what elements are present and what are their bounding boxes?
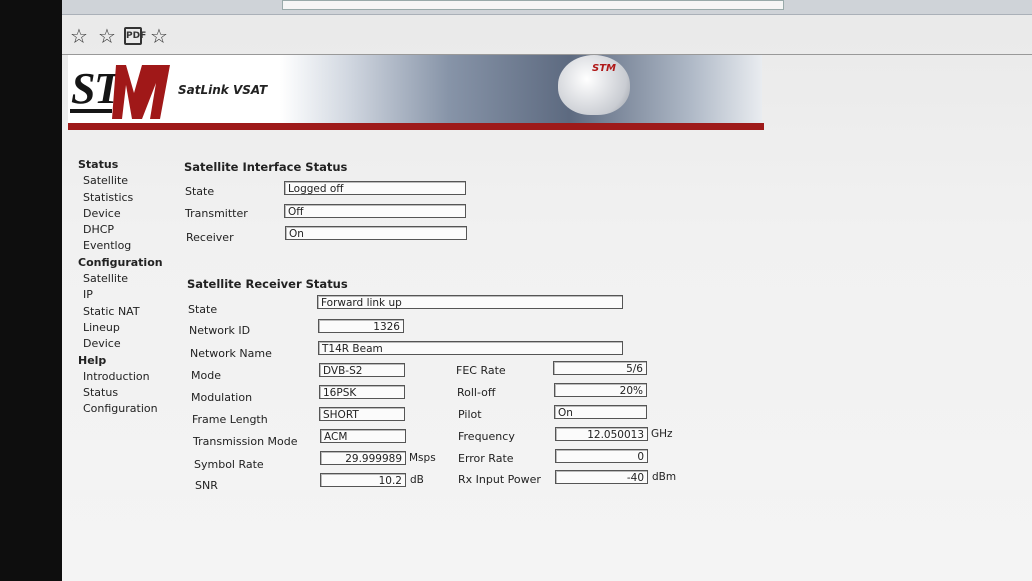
interface-state-field: Logged off bbox=[284, 181, 466, 195]
receiver-state-label: State bbox=[188, 303, 218, 316]
rx-power-label: Rx Input Power bbox=[458, 473, 541, 486]
network-name-field: T14R Beam bbox=[318, 341, 623, 355]
rx-power-unit: dBm bbox=[652, 471, 677, 483]
pilot-label: Pilot bbox=[458, 408, 482, 421]
receiver-label: Receiver bbox=[186, 231, 234, 244]
main-content: Satellite Interface Status State Logged … bbox=[62, 0, 1032, 581]
rolloff-label: Roll-off bbox=[457, 386, 496, 399]
frequency-unit: GHz bbox=[651, 428, 673, 440]
transmission-mode-field: ACM bbox=[320, 429, 406, 443]
receiver-status-title: Satellite Receiver Status bbox=[187, 277, 348, 291]
frequency-label: Frequency bbox=[458, 430, 515, 443]
mode-field: DVB-S2 bbox=[319, 363, 405, 377]
frame-length-label: Frame Length bbox=[192, 413, 268, 426]
fec-rate-label: FEC Rate bbox=[456, 364, 506, 377]
frame-length-field: SHORT bbox=[319, 407, 405, 421]
modulation-label: Modulation bbox=[191, 391, 253, 404]
network-id-label: Network ID bbox=[189, 324, 251, 337]
transmission-mode-label: Transmission Mode bbox=[193, 435, 298, 448]
rolloff-field: 20% bbox=[554, 383, 647, 397]
browser-window: ☆ ☆ PDF ☆ S T SatLink VSAT STM Status Sa… bbox=[62, 0, 1032, 581]
transmitter-label: Transmitter bbox=[185, 207, 248, 220]
network-id-field: 1326 bbox=[318, 319, 404, 333]
mode-label: Mode bbox=[191, 369, 221, 382]
interface-state-label: State bbox=[185, 185, 215, 198]
symbol-rate-field: 29.999989 bbox=[320, 451, 406, 465]
snr-field: 10.2 bbox=[320, 473, 406, 487]
frequency-field: 12.050013 bbox=[555, 427, 648, 441]
fec-rate-field: 5/6 bbox=[553, 361, 647, 375]
pilot-field: On bbox=[554, 405, 647, 419]
error-rate-label: Error Rate bbox=[458, 452, 514, 465]
interface-status-title: Satellite Interface Status bbox=[184, 160, 348, 174]
snr-label: SNR bbox=[195, 479, 218, 492]
rx-power-field: -40 bbox=[555, 470, 648, 484]
modulation-field: 16PSK bbox=[319, 385, 405, 399]
error-rate-field: 0 bbox=[555, 449, 648, 463]
symbol-rate-unit: Msps bbox=[409, 452, 436, 464]
snr-unit: dB bbox=[410, 474, 424, 486]
monitor-bezel bbox=[0, 0, 62, 581]
receiver-state-field: Forward link up bbox=[317, 295, 623, 309]
receiver-field: On bbox=[285, 226, 467, 240]
transmitter-field: Off bbox=[284, 204, 466, 218]
network-name-label: Network Name bbox=[190, 347, 272, 360]
symbol-rate-label: Symbol Rate bbox=[194, 458, 264, 471]
